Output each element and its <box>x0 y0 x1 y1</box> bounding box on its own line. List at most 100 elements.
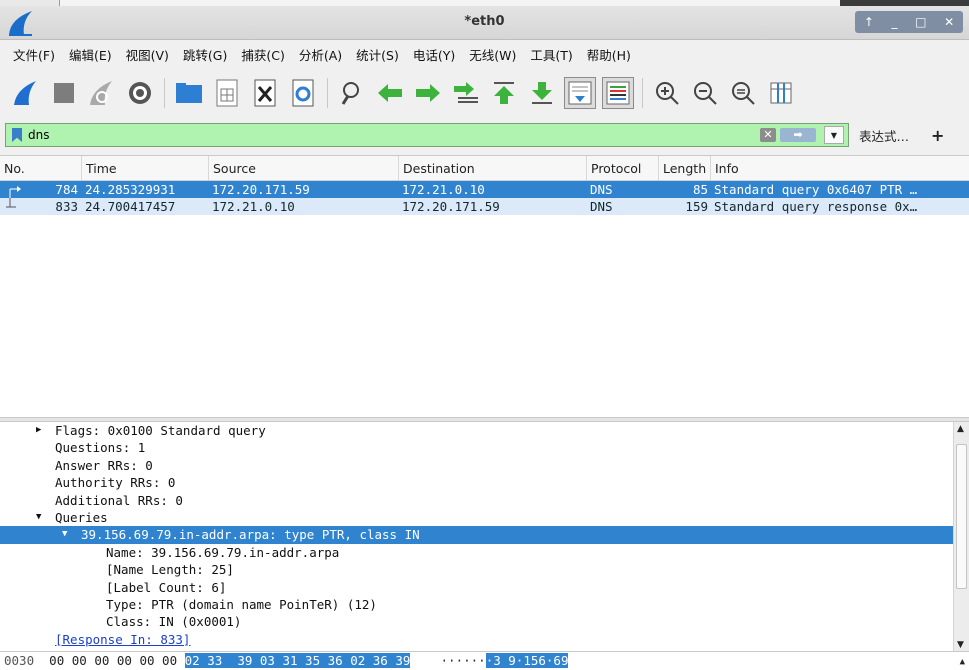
cell-source: 172.20.171.59 <box>212 182 310 197</box>
menu-edit[interactable]: 编辑(E) <box>62 45 119 64</box>
cell-time: 24.285329931 <box>85 182 176 197</box>
response-marker-icon <box>6 198 16 208</box>
tree-item[interactable]: Type: PTR (domain name PoinTeR) (12) <box>0 596 969 613</box>
go-to-packet-button[interactable] <box>450 77 482 109</box>
add-filter-button[interactable]: + <box>931 126 944 145</box>
packet-details-pane: ▶ Flags: 0x0100 Standard query Questions:… <box>0 421 969 651</box>
minimize-icon[interactable]: _ <box>892 15 898 29</box>
zoom-out-button[interactable] <box>689 77 721 109</box>
menu-file[interactable]: 文件(F) <box>6 45 62 64</box>
menu-bar: 文件(F) 编辑(E) 视图(V) 跳转(G) 捕获(C) 分析(A) 统计(S… <box>0 41 969 67</box>
tree-item[interactable]: [Label Count: 6] <box>0 579 969 596</box>
tree-item[interactable]: ▼ Queries <box>0 509 969 526</box>
find-packet-button[interactable] <box>336 77 368 109</box>
gear-icon <box>129 82 151 104</box>
expand-arrow-icon[interactable]: ▶ <box>36 422 41 439</box>
cell-info: Standard query 0x6407 PTR … <box>714 182 918 197</box>
start-capture-button[interactable] <box>10 77 42 109</box>
collapse-arrow-icon[interactable]: ▼ <box>62 526 67 543</box>
tree-item[interactable]: Additional RRs: 0 <box>0 492 969 509</box>
tree-item[interactable]: [Name Length: 25] <box>0 561 969 578</box>
response-in-link[interactable]: [Response In: 833] <box>0 631 969 648</box>
title-bar: *eth0 ↑ _ □ ✕ <box>0 0 969 40</box>
column-source[interactable]: Source <box>209 156 399 180</box>
details-scrollbar[interactable]: ▲ ▼ <box>953 422 969 651</box>
packet-bytes-pane: 0030 00 00 00 00 00 00 02 33 39 03 31 35… <box>0 651 969 670</box>
panel-tab[interactable] <box>0 0 60 6</box>
ascii-bytes-highlighted[interactable]: ·3 9·156·69 <box>485 653 569 668</box>
scroll-down-icon[interactable]: ▼ <box>957 640 964 650</box>
menu-analyze[interactable]: 分析(A) <box>292 45 349 64</box>
arrow-right-icon <box>416 84 440 102</box>
expression-button[interactable]: 表达式… <box>859 126 909 145</box>
menu-statistics[interactable]: 统计(S) <box>349 45 406 64</box>
tree-item[interactable]: Name: 39.156.69.79.in-addr.arpa <box>0 544 969 561</box>
packet-list-pane: No. Time Source Destination Protocol Len… <box>0 155 969 417</box>
zoom-in-button[interactable] <box>651 77 683 109</box>
window-controls: ↑ _ □ ✕ <box>855 11 963 33</box>
display-filter-field[interactable]: ✕ ➡ ▼ <box>5 123 849 147</box>
menu-view[interactable]: 视图(V) <box>119 45 176 64</box>
menu-tools[interactable]: 工具(T) <box>523 45 579 64</box>
tree-item-selected[interactable]: ▼ 39.156.69.79.in-addr.arpa: type PTR, cl… <box>0 526 953 544</box>
tree-item[interactable]: Answer RRs: 0 <box>0 457 969 474</box>
column-time[interactable]: Time <box>82 156 209 180</box>
resize-columns-button[interactable] <box>765 77 797 109</box>
hex-bytes-highlighted[interactable]: 02 33 39 03 31 35 36 02 36 39 <box>184 653 411 668</box>
column-protocol[interactable]: Protocol <box>587 156 659 180</box>
tree-item[interactable]: ▶ Flags: 0x0100 Standard query <box>0 422 969 439</box>
scrollbar-thumb[interactable] <box>956 444 967 589</box>
restart-capture-button[interactable] <box>86 77 118 109</box>
tree-item-label: Questions: 1 <box>55 440 146 456</box>
table-row[interactable]: 833 24.700417457 172.21.0.10 172.20.171.… <box>0 198 969 215</box>
ascii-bytes[interactable]: ······ <box>441 653 486 668</box>
cell-info: Standard query response 0x… <box>714 199 918 214</box>
menu-telephony[interactable]: 电话(Y) <box>406 45 462 64</box>
menu-go[interactable]: 跳转(G) <box>176 45 234 64</box>
go-back-button[interactable] <box>374 77 406 109</box>
open-file-button[interactable] <box>173 77 205 109</box>
close-icon[interactable]: ✕ <box>944 15 954 29</box>
cell-no-text: 833 <box>55 199 78 214</box>
cell-destination: 172.21.0.10 <box>402 182 485 197</box>
go-first-button[interactable] <box>488 77 520 109</box>
tree-item[interactable]: Authority RRs: 0 <box>0 474 969 491</box>
close-file-button[interactable] <box>249 77 281 109</box>
clear-filter-icon[interactable]: ✕ <box>760 128 776 142</box>
bookmark-icon[interactable] <box>12 128 22 142</box>
scroll-up-icon[interactable]: ▲ <box>960 653 965 670</box>
column-info[interactable]: Info <box>711 156 969 180</box>
maximize-up-icon[interactable]: ↑ <box>864 15 874 29</box>
collapse-arrow-icon[interactable]: ▼ <box>36 509 41 526</box>
folder-icon <box>176 83 202 103</box>
resize-columns-icon <box>770 82 792 104</box>
tree-item-label: [Name Length: 25] <box>106 562 234 578</box>
cell-destination: 172.20.171.59 <box>402 199 500 214</box>
go-forward-button[interactable] <box>412 77 444 109</box>
column-no[interactable]: No. <box>0 156 82 180</box>
zoom-out-icon <box>694 82 717 105</box>
save-file-button[interactable] <box>211 77 243 109</box>
menu-wireless[interactable]: 无线(W) <box>462 45 523 64</box>
stop-capture-button[interactable] <box>48 77 80 109</box>
menu-help[interactable]: 帮助(H) <box>580 45 638 64</box>
restore-icon[interactable]: □ <box>915 15 926 29</box>
menu-capture[interactable]: 捕获(C) <box>234 45 291 64</box>
table-row[interactable]: 784 24.285329931 172.20.171.59 172.21.0.… <box>0 181 969 198</box>
tree-item[interactable]: Questions: 1 <box>0 439 969 456</box>
restart-fin-icon <box>90 81 112 105</box>
zoom-reset-button[interactable] <box>727 77 759 109</box>
reload-file-button[interactable] <box>287 77 319 109</box>
column-length[interactable]: Length <box>659 156 711 180</box>
display-filter-input[interactable] <box>28 128 728 142</box>
colorize-button[interactable] <box>602 77 634 109</box>
apply-filter-icon[interactable]: ➡ <box>780 128 816 142</box>
go-last-button[interactable] <box>526 77 558 109</box>
chevron-down-icon[interactable]: ▼ <box>824 126 844 144</box>
column-destination[interactable]: Destination <box>399 156 587 180</box>
tree-item[interactable]: Class: IN (0x0001) <box>0 613 969 630</box>
capture-options-button[interactable] <box>124 77 156 109</box>
hex-bytes[interactable]: 00 00 00 00 00 00 <box>49 653 177 668</box>
scroll-up-icon[interactable]: ▲ <box>957 424 964 434</box>
autoscroll-button[interactable] <box>564 77 596 109</box>
